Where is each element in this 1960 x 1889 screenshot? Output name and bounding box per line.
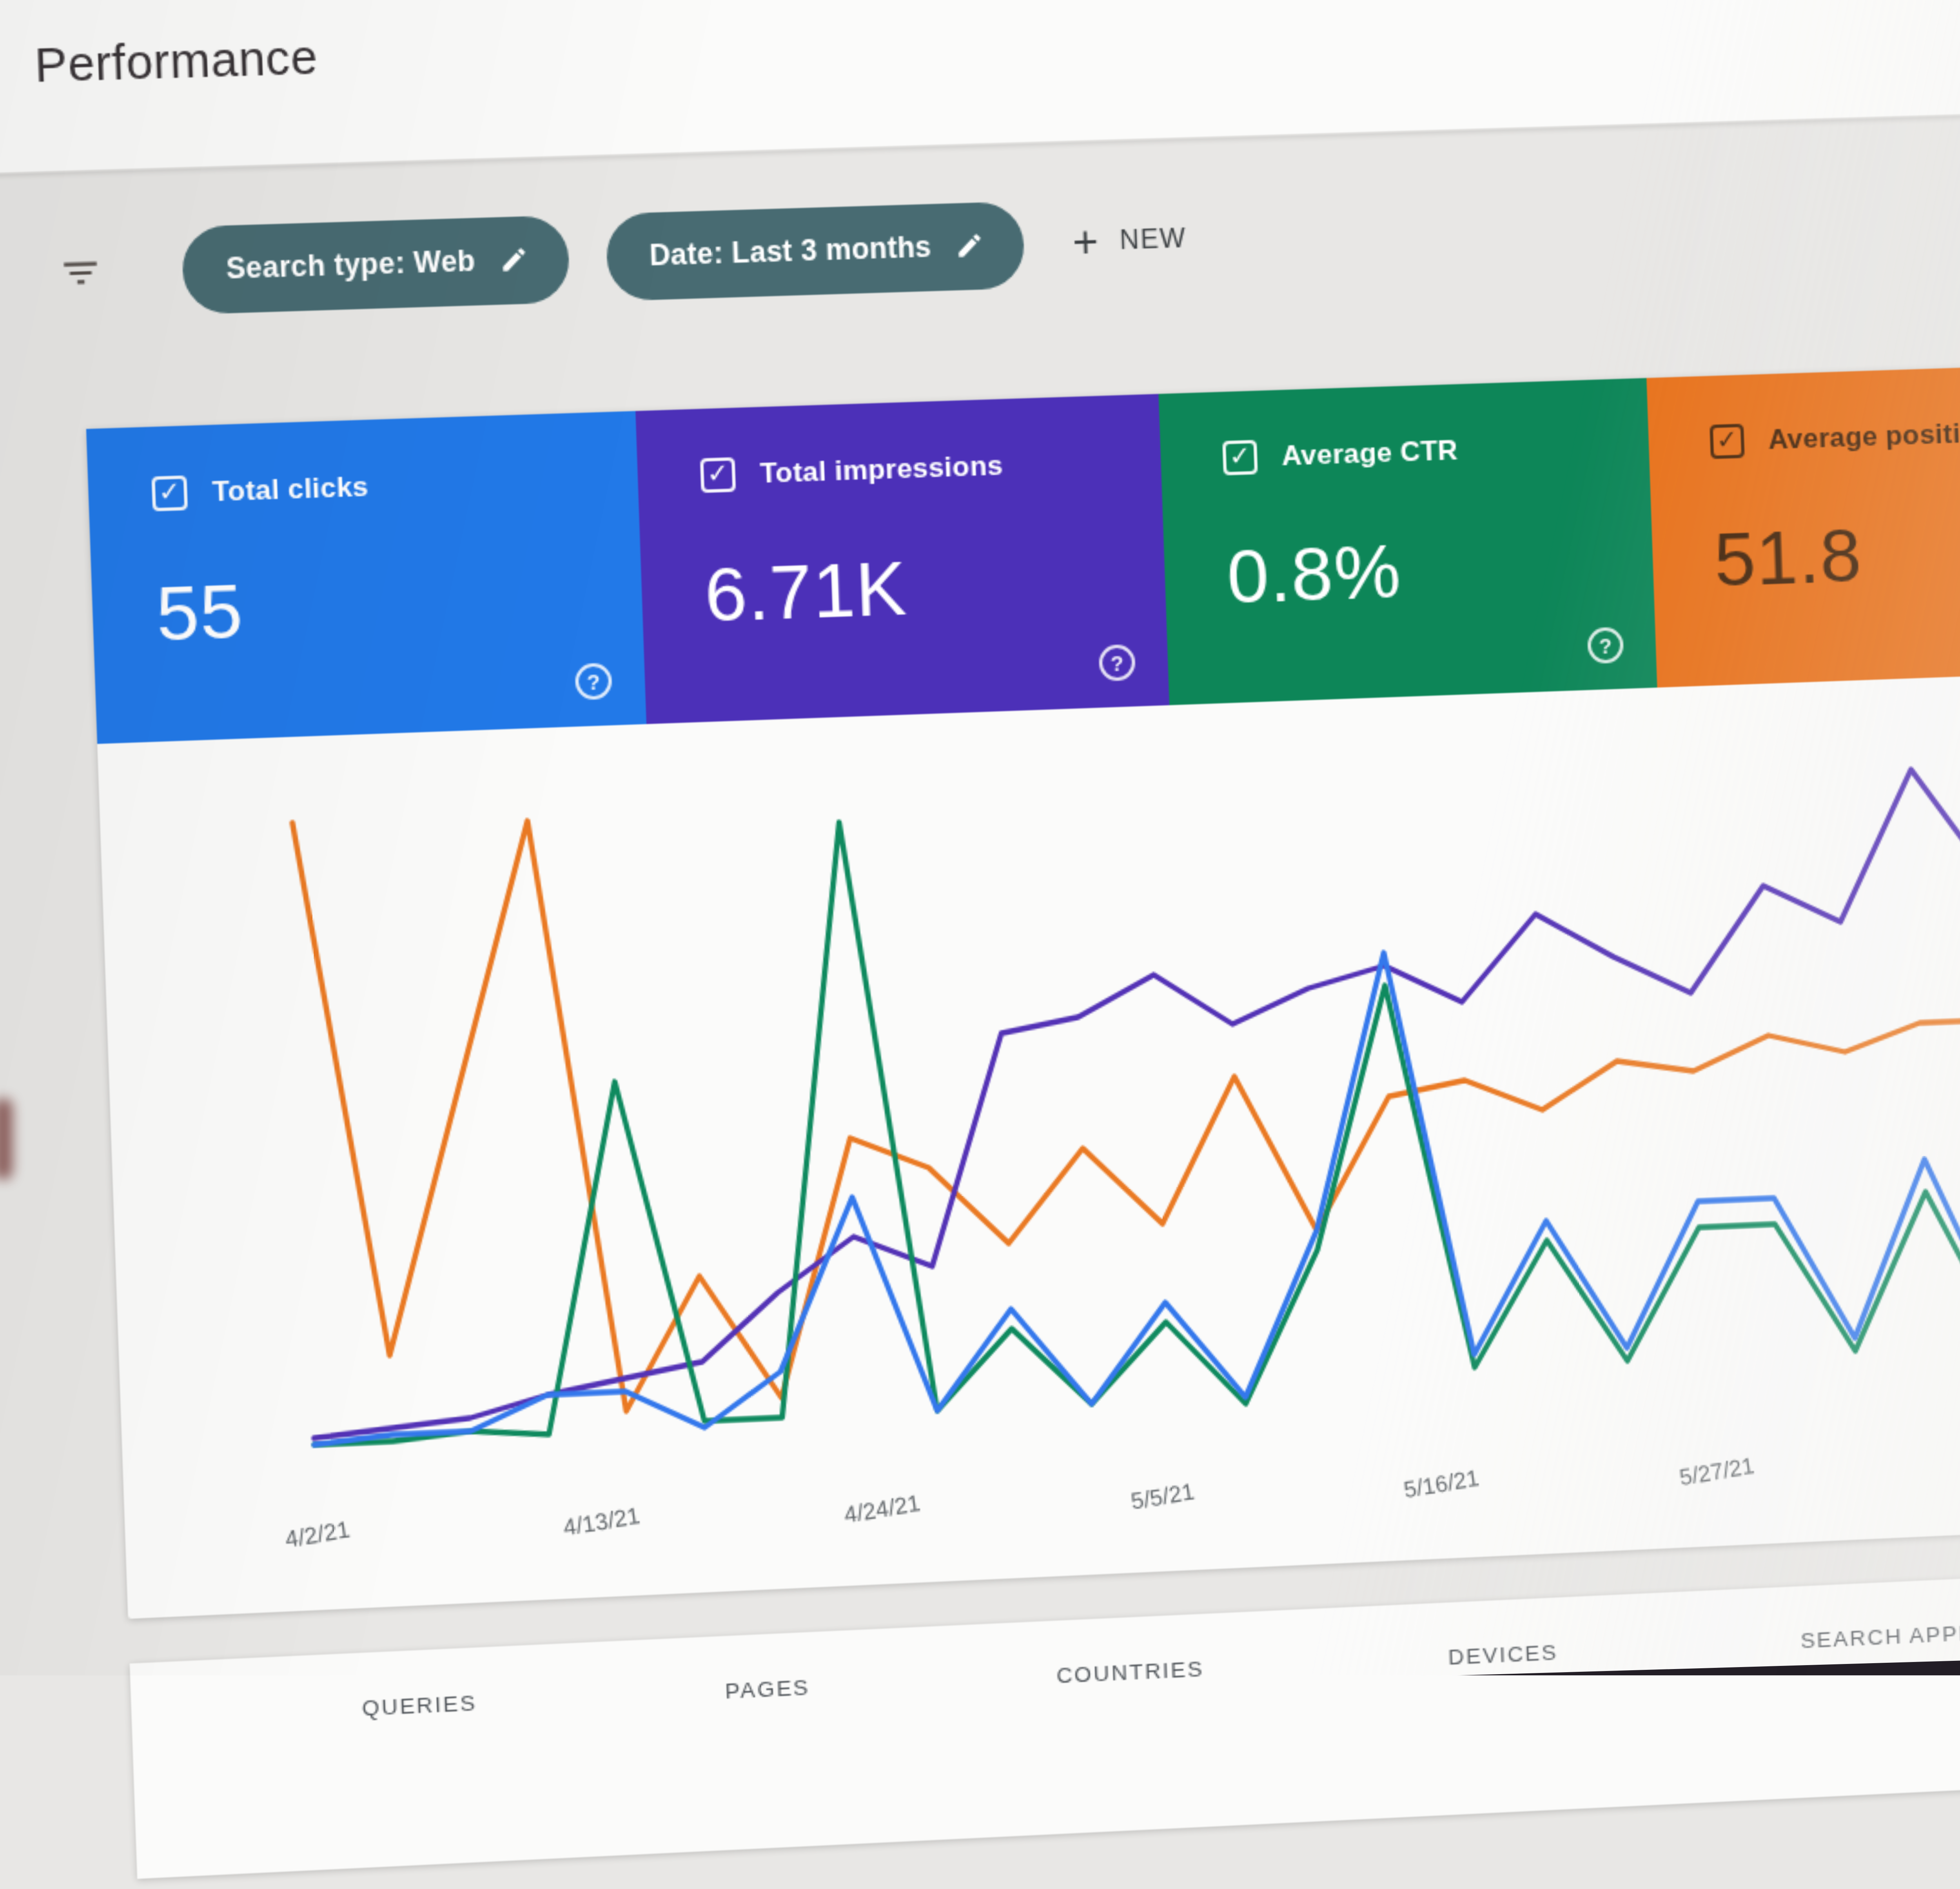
- metric-checkbox[interactable]: ✓: [1710, 423, 1745, 459]
- filter-chips: Search type: Web Date: Last 3 months: [181, 200, 1025, 314]
- tab-devices[interactable]: DEVICES: [1448, 1639, 1559, 1669]
- x-tick-label: 5/16/21: [1401, 1464, 1480, 1503]
- x-tick-label: 4/13/21: [560, 1502, 641, 1541]
- tab-search-appearance[interactable]: SEARCH APPEARANCE: [1800, 1615, 1960, 1652]
- check-icon: ✓: [158, 478, 181, 507]
- screen: Performance Search type: Web Date: Last 3…: [0, 0, 1960, 1879]
- filter-chip-search-type[interactable]: Search type: Web: [181, 214, 570, 314]
- metric-card-total-clicks[interactable]: ✓ Total clicks 55?: [86, 411, 647, 744]
- tab-countries[interactable]: COUNTRIES: [1056, 1656, 1205, 1687]
- metric-card-average-ctr[interactable]: ✓ Average CTR 0.8%?: [1158, 378, 1657, 705]
- check-icon: ✓: [706, 460, 730, 489]
- series-line-average-position: [292, 741, 1960, 1425]
- x-tick-label: 5/5/21: [1129, 1478, 1196, 1515]
- new-filter-button[interactable]: + NEW: [1072, 216, 1187, 266]
- x-tick-label: 5/27/21: [1677, 1452, 1757, 1491]
- filter-toolbar: Search type: Web Date: Last 3 months + NE…: [0, 141, 1960, 336]
- metric-checkbox[interactable]: ✓: [1222, 440, 1258, 476]
- performance-panel: ✓ Total clicks 55? ✓ Total impressions 6.71K?…: [86, 349, 1960, 1619]
- check-icon: ✓: [1716, 426, 1739, 455]
- metric-value: 0.8%: [1225, 528, 1403, 619]
- chip-label: Date: Last 3 months: [649, 229, 932, 271]
- metric-label: Total clicks: [212, 471, 369, 508]
- check-icon: ✓: [1229, 442, 1252, 471]
- help-icon[interactable]: ?: [1587, 627, 1624, 664]
- series-line-total-impressions: [293, 747, 1960, 1438]
- metric-card-average-position[interactable]: ✓Average position51.8?: [1646, 363, 1960, 688]
- plus-icon: +: [1072, 216, 1100, 266]
- new-label: NEW: [1119, 223, 1187, 255]
- metric-cards: ✓ Total clicks 55? ✓ Total impressions 6.71K?…: [86, 363, 1960, 744]
- chip-label: Search type: Web: [225, 243, 476, 285]
- chart-lines: [290, 686, 1960, 1478]
- help-icon[interactable]: ?: [575, 663, 613, 700]
- page-title: Performance: [34, 32, 319, 94]
- x-tick-label: 4/24/21: [842, 1489, 923, 1528]
- filter-list-icon[interactable]: [58, 251, 103, 295]
- x-tick-label: 4/2/21: [283, 1515, 352, 1553]
- tab-queries[interactable]: QUERIES: [361, 1690, 477, 1720]
- series-line-total-clicks: [292, 734, 1960, 1445]
- metric-card-total-impressions[interactable]: ✓ Total impressions 6.71K?: [635, 394, 1170, 724]
- metric-checkbox[interactable]: ✓: [151, 475, 188, 512]
- page-header: Performance: [0, 0, 1960, 178]
- edit-icon: [498, 244, 529, 275]
- tab-pages[interactable]: PAGES: [724, 1674, 810, 1703]
- series-line-average-ctr: [293, 760, 1960, 1445]
- app-canvas: Performance Search type: Web Date: Last 3…: [0, 0, 1960, 1879]
- metric-label: Total impressions: [759, 450, 1004, 489]
- metric-label: Average position: [1768, 417, 1960, 456]
- metric-value: 55: [154, 568, 245, 658]
- metric-checkbox[interactable]: ✓: [700, 457, 736, 493]
- edit-icon: [954, 231, 985, 261]
- help-icon[interactable]: ?: [1098, 644, 1136, 682]
- filter-chip-date[interactable]: Date: Last 3 months: [605, 200, 1025, 301]
- metric-value: 51.8: [1713, 512, 1864, 603]
- metric-label: Average CTR: [1281, 435, 1459, 472]
- performance-chart: 4/2/21 4/13/21 4/24/21 5/5/21 5/16/21 5/27/21…: [283, 686, 1960, 1554]
- metric-value: 6.71K: [703, 545, 909, 638]
